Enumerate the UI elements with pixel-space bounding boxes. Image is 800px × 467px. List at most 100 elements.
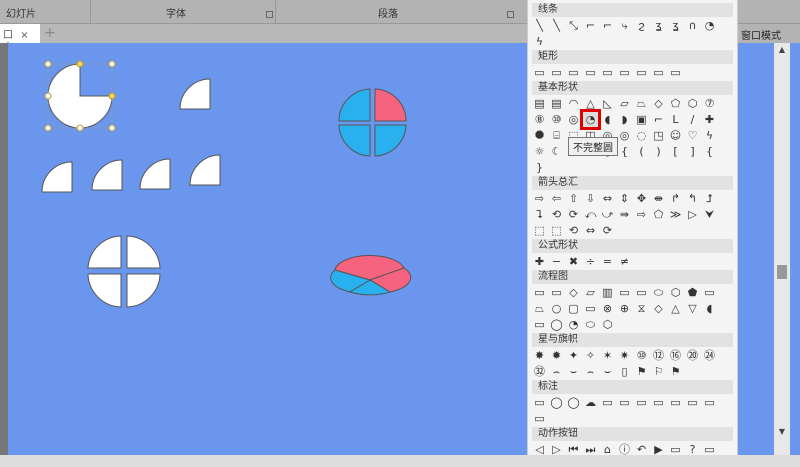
shape-icon[interactable]: ⑳ — [685, 348, 700, 363]
shape-icon[interactable]: ⌸ — [549, 128, 564, 143]
shape-icon[interactable]: ≫ — [668, 207, 683, 222]
shape-icon[interactable]: ⌣ — [600, 364, 615, 379]
shape-icon[interactable]: ◠ — [566, 96, 581, 111]
shape-icon[interactable]: ⑧ — [532, 112, 547, 127]
shape-icon[interactable]: ▽ — [685, 301, 700, 316]
scroll-thumb[interactable] — [777, 265, 787, 279]
shape-icon[interactable]: ╲ — [549, 18, 564, 33]
shape-icon[interactable]: ⊕ — [617, 301, 632, 316]
shape-icon[interactable]: ⬭ — [583, 317, 598, 332]
shape-icon[interactable]: ↰ — [685, 191, 700, 206]
shape-icon[interactable]: ◯ — [549, 395, 564, 410]
shape-icon[interactable]: ⑩ — [634, 348, 649, 363]
shape-icon[interactable]: ▤ — [532, 96, 547, 111]
shape-icon[interactable]: ⤡ — [566, 18, 581, 33]
shape-icon[interactable]: ◳ — [651, 128, 666, 143]
shape-icon[interactable]: ◖ — [600, 112, 615, 127]
shape-icon[interactable]: ▭ — [702, 285, 717, 300]
add-tab-button[interactable]: + — [44, 25, 56, 41]
shape-icon[interactable]: ⑫ — [651, 348, 666, 363]
shape-icon[interactable]: ⟳ — [566, 207, 581, 222]
shape-icon[interactable]: ⧖ — [634, 301, 649, 316]
shape-icon[interactable]: ⤷ — [617, 18, 632, 33]
shape-icon[interactable]: ☺ — [668, 128, 683, 143]
shape-icon[interactable]: ▭ — [685, 395, 700, 410]
shape-icon[interactable]: ⇼ — [651, 191, 666, 206]
shape-icon[interactable]: ◖ — [702, 301, 717, 316]
shape-icon[interactable]: ▭ — [651, 65, 666, 80]
shape-icon[interactable]: ʓ — [651, 18, 666, 33]
shape-icon[interactable]: ◇ — [651, 301, 666, 316]
shape-icon[interactable]: ▭ — [702, 395, 717, 410]
shape-icon[interactable]: ÷ — [583, 254, 598, 269]
shape-icon[interactable]: ▭ — [668, 65, 683, 80]
shape-icon[interactable]: ▭ — [583, 65, 598, 80]
shape-icon[interactable]: ▭ — [600, 395, 615, 410]
shape-icon[interactable]: ⇩ — [583, 191, 598, 206]
shape-icon[interactable]: ⇛ — [617, 207, 632, 222]
shape-icon[interactable]: ⬡ — [685, 96, 700, 111]
shape-icon[interactable]: ♡ — [685, 128, 700, 143]
shape-icon[interactable]: ⟳ — [600, 223, 615, 238]
shape-icon[interactable]: ☼ — [532, 144, 547, 159]
close-icon[interactable]: × — [20, 30, 28, 41]
shape-icon[interactable]: ⏢ — [532, 301, 547, 316]
shape-icon[interactable]: ⤻ — [600, 207, 615, 222]
shape-icon[interactable]: ☾ — [549, 144, 564, 159]
shape-icon[interactable]: ㉜ — [532, 364, 547, 379]
shape-icon[interactable]: ⌐ — [583, 18, 598, 33]
shape-icon[interactable]: ▭ — [549, 65, 564, 80]
shape-icon[interactable]: ∕ — [685, 112, 700, 127]
shape-icon[interactable]: ⬭ — [651, 285, 666, 300]
shape-icon[interactable]: ⯃ — [532, 128, 547, 143]
shape-icon[interactable]: ⇨ — [634, 207, 649, 222]
shape-icon[interactable]: ⬚ — [549, 223, 564, 238]
window-mode-button[interactable]: 窗口模式 — [739, 24, 800, 43]
shape-icon[interactable]: ✧ — [583, 348, 598, 363]
shape-icon[interactable]: ⬚ — [532, 223, 547, 238]
shape-icon[interactable]: ⑯ — [668, 348, 683, 363]
shape-icon[interactable]: ⏢ — [634, 96, 649, 111]
shape-icon[interactable]: ㉔ — [702, 348, 717, 363]
shape-icon[interactable]: ◔ — [566, 317, 581, 332]
shape-icon[interactable]: ʓ — [668, 18, 683, 33]
shape-icon[interactable]: ✦ — [566, 348, 581, 363]
shape-icon[interactable]: ✶ — [600, 348, 615, 363]
shape-icon[interactable]: ◇ — [566, 285, 581, 300]
shape-icon[interactable]: ◯ — [549, 317, 564, 332]
shape-icon[interactable]: ⑦ — [702, 96, 717, 111]
shape-icon[interactable]: ▢ — [566, 301, 581, 316]
shape-icon[interactable]: ⌐ — [651, 112, 666, 127]
shape-icon[interactable]: ⇦ — [549, 191, 564, 206]
shape-icon[interactable]: ⇧ — [566, 191, 581, 206]
shape-icon[interactable]: ✥ — [634, 191, 649, 206]
shape-icon[interactable]: ✸ — [532, 348, 547, 363]
shape-icon[interactable]: ▤ — [549, 96, 564, 111]
shape-icon[interactable]: ✚ — [532, 254, 547, 269]
shape-icon[interactable]: ⌢ — [583, 364, 598, 379]
shape-icon[interactable]: ϟ — [532, 34, 547, 49]
shape-icon[interactable]: ▭ — [634, 285, 649, 300]
shape-icon[interactable]: ◎ — [566, 112, 581, 127]
shape-icon[interactable]: ⚐ — [651, 364, 666, 379]
shape-icon[interactable]: ↱ — [668, 191, 683, 206]
shape-icon[interactable]: [ — [668, 144, 683, 159]
scroll-up-button[interactable]: ▲ — [775, 45, 789, 57]
shape-icon[interactable]: L — [668, 112, 683, 127]
shape-icon[interactable]: ⟲ — [549, 207, 564, 222]
shape-icon[interactable]: ▷ — [685, 207, 700, 222]
shape-icon[interactable]: △ — [668, 301, 683, 316]
shape-icon[interactable]: ⌐ — [600, 18, 615, 33]
shape-icon[interactable]: △ — [583, 96, 598, 111]
shape-icon[interactable]: ⟲ — [566, 223, 581, 238]
font-dialog-launcher[interactable] — [266, 11, 273, 18]
shape-icon[interactable]: ▱ — [617, 96, 632, 111]
shape-icon[interactable]: ▭ — [634, 65, 649, 80]
shape-icon[interactable]: ) — [651, 144, 666, 159]
shape-icon[interactable]: ✷ — [617, 348, 632, 363]
shape-icon[interactable]: ▭ — [566, 65, 581, 80]
shape-icon[interactable]: ⊗ — [600, 301, 615, 316]
shape-icon[interactable]: ▭ — [617, 395, 632, 410]
shape-icon[interactable]: ⚑ — [668, 364, 683, 379]
shape-icon[interactable]: ◎ — [617, 128, 632, 143]
